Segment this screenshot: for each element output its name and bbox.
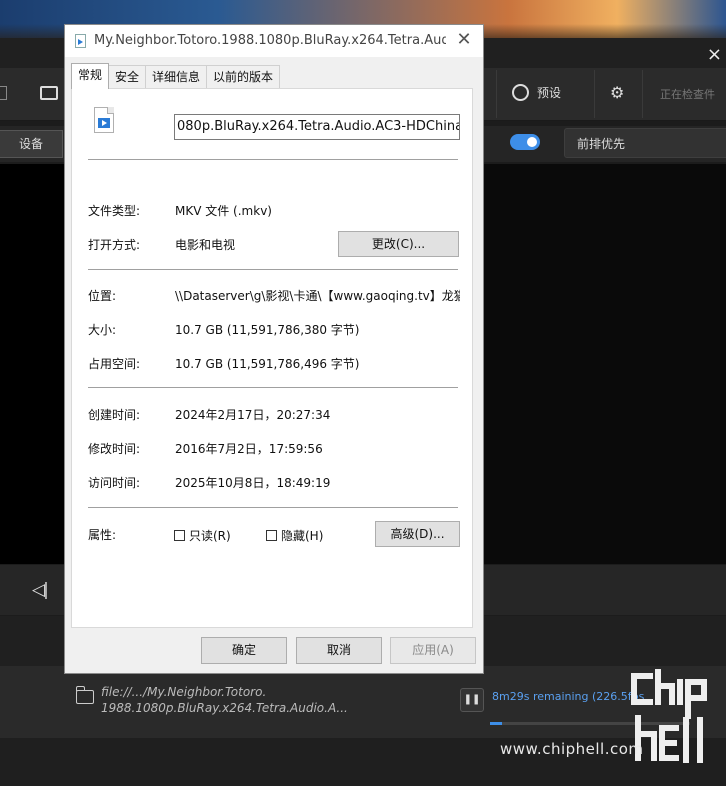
divider: [88, 387, 458, 388]
modified-label: 修改时间:: [88, 442, 141, 456]
queue-toggle[interactable]: [510, 134, 540, 150]
file-type-label: 文件类型:: [88, 204, 141, 218]
settings-gear-icon[interactable]: ⚙: [610, 83, 624, 102]
toolbar-partial-icon[interactable]: [0, 86, 7, 100]
close-icon[interactable]: ✕: [453, 29, 475, 51]
created-label: 创建时间:: [88, 408, 141, 422]
file-type-value: MKV 文件 (.mkv): [175, 204, 272, 218]
toolbar-divider: [594, 70, 595, 118]
size-value: 10.7 GB (11,591,786,380 字节): [175, 323, 360, 337]
location-value: \\Dataserver\g\影视\卡通\【www.gaoqing.tv】龙猫: [175, 289, 460, 303]
opens-with-label: 打开方式:: [88, 238, 141, 252]
file-name-input[interactable]: 080p.BluRay.x264.Tetra.Audio.AC3-HDChina…: [174, 114, 460, 140]
tab-security[interactable]: 安全: [108, 65, 147, 88]
app-close-icon[interactable]: ×: [707, 44, 722, 65]
watermark-url: www.chiphell.com: [500, 740, 644, 758]
accessed-value: 2025年10月8日，18:49:19: [175, 476, 331, 490]
preset-label: 预设: [537, 86, 562, 100]
queue-order-select[interactable]: 前排优先: [564, 128, 726, 158]
general-tab-panel: 080p.BluRay.x264.Tetra.Audio.AC3-HDChina…: [71, 88, 473, 628]
video-file-icon: [94, 107, 114, 133]
window-icon[interactable]: [40, 86, 58, 100]
time-remaining: 8m29s remaining (226.5fps: [492, 690, 645, 703]
job-file-path: file://.../My.Neighbor.Totoro. 1988.1080…: [101, 685, 348, 715]
divider: [88, 159, 458, 160]
dialog-tabs: 常规 安全 详细信息 以前的版本: [71, 63, 281, 89]
previous-frame-icon[interactable]: ◁|: [32, 580, 49, 600]
size-on-disk-value: 10.7 GB (11,591,786,496 字节): [175, 357, 360, 371]
dialog-titlebar: My.Neighbor.Totoro.1988.1080p.BluRay.x26…: [65, 25, 483, 57]
checking-status: 正在检查件: [660, 88, 715, 101]
cancel-button[interactable]: 取消: [296, 637, 382, 664]
modified-value: 2016年7月2日，17:59:56: [175, 442, 323, 456]
checkbox-box[interactable]: [174, 530, 185, 541]
tab-previous-versions[interactable]: 以前的版本: [206, 65, 281, 88]
attributes-label: 属性:: [88, 528, 117, 542]
opens-with-value: 电影和电视: [175, 238, 236, 252]
checkbox-box[interactable]: [266, 530, 277, 541]
tab-general[interactable]: 常规: [71, 63, 110, 89]
hidden-checkbox[interactable]: 隐藏(H): [266, 527, 323, 544]
accessed-label: 访问时间:: [88, 476, 141, 490]
device-tab[interactable]: 设备: [0, 130, 63, 158]
preset-button[interactable]: 预设: [512, 84, 561, 101]
divider: [88, 269, 458, 270]
hidden-label: 隐藏(H): [281, 529, 324, 543]
dialog-title: My.Neighbor.Totoro.1988.1080p.BluRay.x26…: [94, 33, 446, 48]
file-properties-dialog: My.Neighbor.Totoro.1988.1080p.BluRay.x26…: [64, 24, 484, 674]
advanced-button[interactable]: 高级(D)...: [375, 521, 460, 547]
video-file-icon: [75, 34, 86, 48]
size-on-disk-label: 占用空间:: [88, 357, 141, 371]
pause-button[interactable]: ❚❚: [460, 688, 484, 712]
created-value: 2024年2月17日，20:27:34: [175, 408, 331, 422]
location-label: 位置:: [88, 289, 117, 303]
folder-icon[interactable]: [75, 686, 94, 704]
divider: [88, 507, 458, 508]
size-label: 大小:: [88, 323, 117, 337]
toolbar-divider: [496, 70, 497, 118]
ok-button[interactable]: 确定: [201, 637, 287, 664]
readonly-label: 只读(R): [189, 529, 231, 543]
toolbar-divider: [642, 70, 643, 118]
preset-icon: [512, 84, 529, 101]
change-app-button[interactable]: 更改(C)...: [338, 231, 459, 257]
apply-button[interactable]: 应用(A): [390, 637, 476, 664]
readonly-checkbox[interactable]: 只读(R): [174, 527, 231, 544]
tab-details[interactable]: 详细信息: [145, 65, 208, 88]
